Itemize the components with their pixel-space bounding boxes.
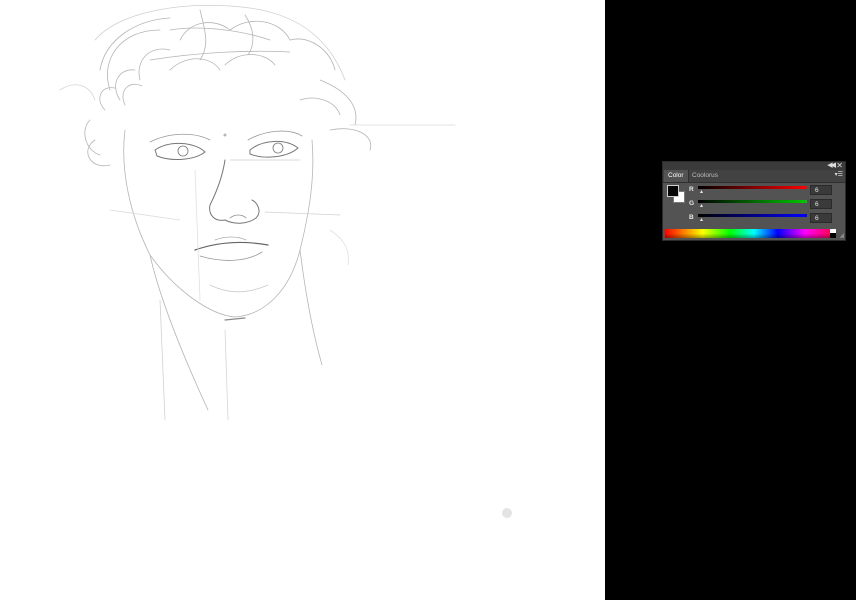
pencil-sketch [59, 4, 456, 421]
input-b[interactable]: 6 [810, 213, 832, 223]
resize-grip-icon[interactable]: ◢ [839, 233, 844, 239]
channel-label-g: G [689, 200, 695, 207]
double-chevron-left-icon[interactable]: ◀◀ [827, 161, 836, 170]
tab-coolorus[interactable]: Coolorus [688, 170, 722, 182]
panel-titlebar[interactable]: ◀◀ ✕ [663, 161, 845, 170]
drawing-canvas[interactable] [0, 0, 605, 600]
slider-thumb-icon[interactable]: ▲ [699, 204, 704, 209]
input-g[interactable]: 6 [810, 199, 832, 209]
input-r[interactable]: 6 [810, 185, 832, 195]
slider-thumb-icon[interactable]: ▲ [699, 218, 704, 223]
slider-g[interactable] [698, 200, 807, 203]
slider-b[interactable] [698, 214, 807, 217]
panel-tabbar: Color Coolorus [663, 170, 845, 183]
close-icon[interactable]: ✕ [836, 161, 843, 170]
panel-menu-icon[interactable]: ▾☰ [835, 171, 843, 180]
color-panel[interactable]: ◀◀ ✕ Color Coolorus ▾☰ R ▲ 6 G ▲ 6 B ▲ 6… [662, 161, 846, 241]
slider-r[interactable] [698, 186, 807, 189]
color-spectrum-bar[interactable] [665, 229, 836, 238]
channel-label-b: B [689, 214, 694, 221]
spectrum-black-swatch[interactable] [830, 233, 836, 238]
slider-thumb-icon[interactable]: ▲ [699, 190, 704, 195]
tab-color[interactable]: Color [664, 170, 689, 182]
foreground-color-swatch[interactable] [667, 185, 679, 197]
brush-cursor [502, 508, 512, 518]
channel-label-r: R [689, 186, 694, 193]
